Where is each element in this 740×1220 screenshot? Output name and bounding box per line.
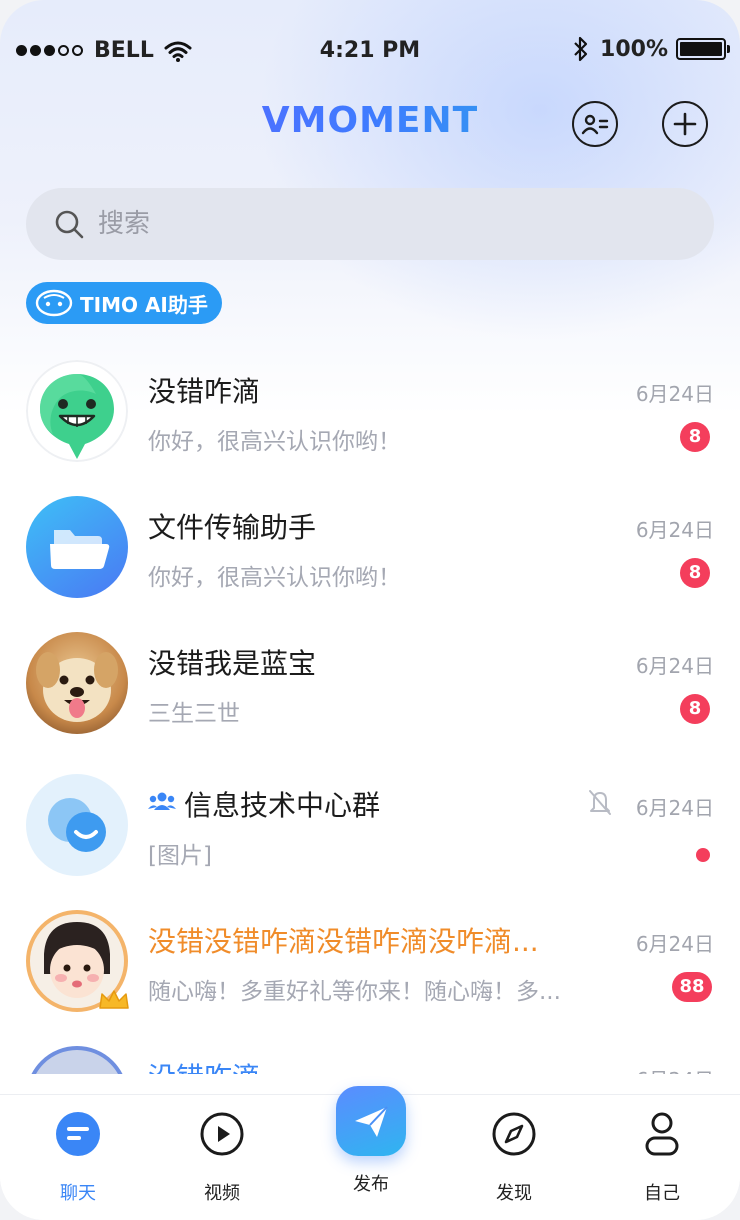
chat-preview: 你好，很高兴认识你哟！ — [148, 565, 401, 591]
dog-photo — [36, 652, 118, 722]
chat-preview: 三生三世 — [148, 701, 240, 727]
tab-label: 视频 — [204, 1183, 240, 1204]
tab-label: 发现 — [496, 1183, 532, 1204]
avatar — [26, 1046, 128, 1074]
search-bar[interactable] — [26, 188, 714, 260]
tab-video[interactable]: 视频 — [172, 1109, 272, 1209]
avatar — [26, 632, 128, 734]
unread-badge: 8 — [680, 558, 710, 588]
publish-label: 发布 — [353, 1174, 389, 1195]
chat-item[interactable]: 没错咋滴 你好，很高兴认识你哟！ 6月24日 8 — [0, 356, 740, 466]
chat-item[interactable]: 文件传输助手 你好，很高兴认识你哟！ 6月24日 8 — [0, 492, 740, 602]
search-input[interactable] — [98, 209, 658, 239]
tab-label: 自己 — [644, 1183, 680, 1204]
group-icon — [148, 792, 176, 810]
tab-me[interactable]: 自己 — [612, 1109, 712, 1209]
add-button[interactable] — [662, 101, 708, 147]
paper-plane-icon — [355, 1106, 388, 1137]
mute-bell-icon — [589, 790, 611, 815]
status-bar: BELL 4:21 PM 100% — [0, 30, 740, 74]
chat-preview: 你好，很高兴认识你哟！ — [148, 429, 401, 455]
avatar — [26, 774, 128, 876]
chat-date: 6月24日 — [636, 1064, 714, 1074]
play-icon — [200, 1112, 244, 1156]
folder-icon — [50, 530, 110, 569]
chat-item[interactable]: 没错我是蓝宝 三生三世 6月24日 8 — [0, 628, 740, 738]
chat-bubbles-icon — [48, 798, 106, 852]
robot-icon — [35, 289, 73, 317]
contacts-icon — [581, 114, 609, 135]
contacts-button[interactable] — [572, 101, 618, 147]
ai-chip-label: TIMO AI助手 — [80, 292, 208, 317]
bluetooth-icon — [574, 36, 588, 62]
search-icon — [55, 210, 84, 239]
app-header: VMOMENT — [0, 96, 740, 156]
phone-screen: BELL 4:21 PM 100% VMOMENT 搜索 TIMO AI助手 没… — [0, 0, 740, 1220]
chat-list: 没错咋滴 你好，很高兴认识你哟！ 6月24日 8 文件传输助手 你好，很高兴认识… — [0, 354, 740, 1074]
ai-assistant-chip[interactable]: TIMO AI助手 — [26, 282, 222, 324]
chat-date: 6月24日 — [635, 796, 714, 820]
chat-item[interactable]: 信息技术中心群 [图片] 6月24日 — [0, 770, 740, 880]
chat-preview: [图片] — [148, 843, 212, 869]
status-right: 100% — [572, 36, 730, 62]
tab-chat[interactable]: 聊天 — [28, 1109, 128, 1209]
chat-preview: 随心嗨！多重好礼等你来！随心嗨！多... — [148, 979, 561, 1005]
chat-name: 文件传输助手 — [148, 511, 317, 544]
chat-icon — [56, 1112, 100, 1156]
chat-date: 6月24日 — [635, 654, 714, 678]
chat-name: 没错咋滴 — [148, 1056, 260, 1074]
publish-button[interactable] — [336, 1086, 406, 1156]
tab-label: 聊天 — [60, 1183, 96, 1204]
battery-icon — [676, 38, 730, 60]
app-title: VMOMENT — [0, 100, 740, 141]
compass-icon — [492, 1112, 536, 1156]
person-icon — [645, 1112, 679, 1156]
chat-item[interactable]: 没错咋滴 6月24日 — [0, 1042, 740, 1074]
chat-name: 没错我是蓝宝 — [148, 647, 317, 680]
avatar — [26, 496, 128, 598]
chat-date: 6月24日 — [635, 518, 714, 542]
unread-badge: 8 — [680, 694, 710, 724]
battery-percent: 100% — [600, 36, 668, 62]
chat-name: 信息技术中心群 — [184, 789, 381, 822]
plus-icon — [673, 112, 697, 136]
unread-dot — [696, 848, 710, 862]
chat-item[interactable]: 没错没错咋滴没错咋滴没咋滴... 随心嗨！多重好礼等你来！随心嗨！多... 6月… — [0, 906, 740, 1016]
unread-badge: 88 — [672, 972, 712, 1002]
smiley-pin-icon — [26, 360, 128, 462]
chat-date: 6月24日 — [635, 932, 714, 956]
tab-discover[interactable]: 发现 — [464, 1109, 564, 1209]
avatar — [26, 360, 128, 462]
unread-badge: 8 — [680, 422, 710, 452]
crown-icon — [99, 990, 129, 1009]
chat-name: 没错咋滴 — [148, 375, 261, 408]
chat-date: 6月24日 — [635, 382, 714, 406]
chat-name: 没错没错咋滴没错咋滴没咋滴... — [148, 925, 539, 958]
